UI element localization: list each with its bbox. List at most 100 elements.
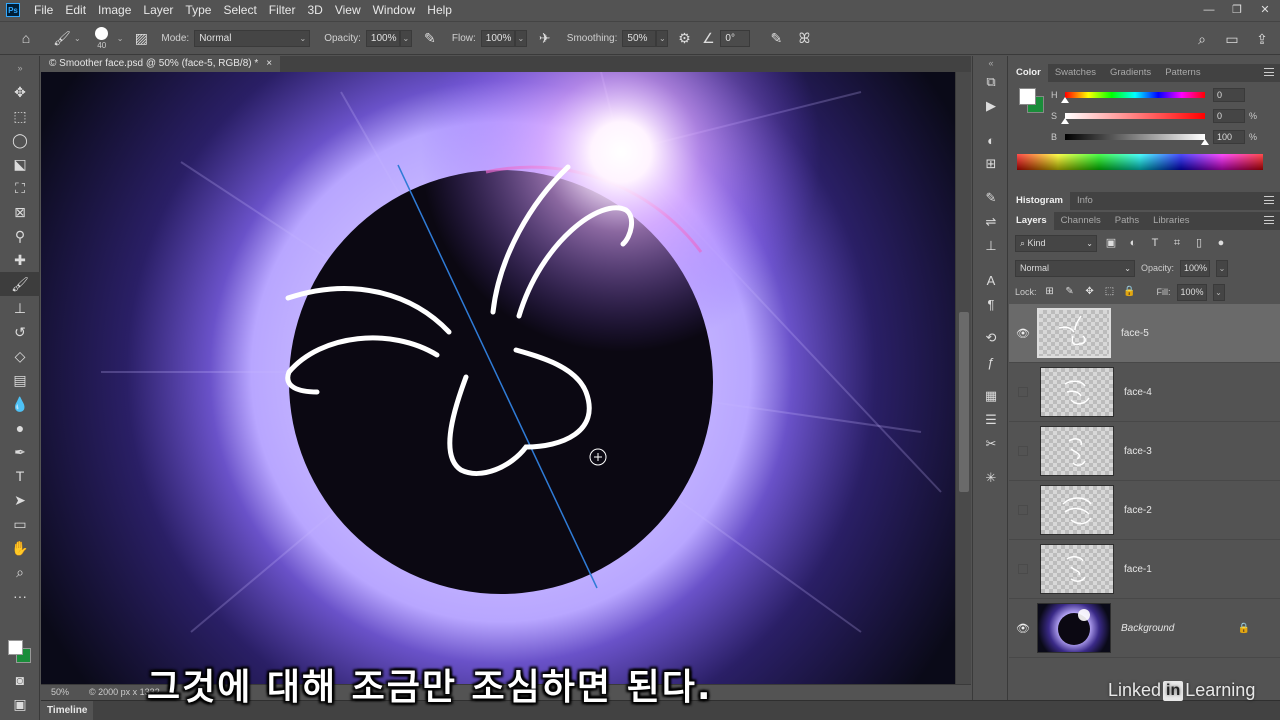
- restore-icon[interactable]: ❐: [1230, 4, 1244, 16]
- layer-name[interactable]: face-5: [1121, 328, 1149, 339]
- more-tools-icon[interactable]: ···: [0, 584, 40, 608]
- color-swatches[interactable]: [6, 638, 36, 668]
- tab-info[interactable]: Info: [1070, 192, 1100, 210]
- opacity-input[interactable]: 100%: [365, 29, 400, 47]
- clone-stamp-tool-icon[interactable]: ⊥: [0, 296, 40, 320]
- layer-row-face-4[interactable]: face-4: [1009, 363, 1280, 422]
- tab-paths[interactable]: Paths: [1108, 212, 1146, 230]
- opacity-dropdown-button[interactable]: ⌄: [399, 29, 412, 47]
- layer-name[interactable]: face-2: [1124, 505, 1152, 516]
- hue-input[interactable]: 0: [1213, 88, 1245, 102]
- libraries-panel-icon[interactable]: ▦: [973, 384, 1009, 408]
- path-selection-tool-icon[interactable]: ➤: [0, 488, 40, 512]
- notes-panel-icon[interactable]: ☰: [973, 408, 1009, 432]
- panel-menu-icon[interactable]: [1264, 68, 1274, 76]
- type-tool-icon[interactable]: T: [0, 464, 40, 488]
- glyphs-panel-icon[interactable]: ⟲: [973, 326, 1009, 350]
- eraser-tool-icon[interactable]: ◇: [0, 344, 40, 368]
- adjustments-panel-icon[interactable]: ◐: [973, 128, 1009, 152]
- pen-tool-icon[interactable]: ✒: [0, 440, 40, 464]
- menu-help[interactable]: Help: [421, 0, 458, 20]
- marquee-tool-icon[interactable]: ⬚: [0, 104, 40, 128]
- timeline-tab[interactable]: Timeline: [41, 701, 94, 720]
- character-panel-icon[interactable]: A: [973, 268, 1009, 292]
- color-foreground-swatch[interactable]: [1019, 88, 1036, 105]
- screen-mode-icon[interactable]: ▣: [0, 692, 40, 716]
- tool-presets-icon[interactable]: ✂: [973, 432, 1009, 456]
- panel-menu-icon[interactable]: [1264, 216, 1274, 224]
- chevron-down-icon[interactable]: ⌄: [74, 34, 81, 43]
- eye-icon[interactable]: 👁: [1009, 622, 1037, 635]
- tab-gradients[interactable]: Gradients: [1103, 64, 1158, 82]
- layer-name[interactable]: Background: [1121, 623, 1174, 634]
- menu-edit[interactable]: Edit: [59, 0, 92, 20]
- filter-toggle-icon[interactable]: ●: [1213, 235, 1229, 251]
- tab-patterns[interactable]: Patterns: [1158, 64, 1207, 82]
- hand-tool-icon[interactable]: ✋: [0, 536, 40, 560]
- layer-row-face-2[interactable]: face-2: [1009, 481, 1280, 540]
- angle-input[interactable]: 0°: [720, 29, 751, 47]
- lock-transparent-icon[interactable]: ⊞: [1043, 285, 1057, 299]
- layer-row-background[interactable]: 👁 Background 🔒: [1009, 599, 1280, 658]
- brightness-slider[interactable]: [1065, 134, 1209, 145]
- saturation-slider-knob[interactable]: [1061, 118, 1069, 124]
- tab-swatches[interactable]: Swatches: [1048, 64, 1103, 82]
- paragraph-panel-icon[interactable]: ¶: [973, 292, 1009, 316]
- flow-dropdown-button[interactable]: ⌄: [514, 29, 527, 47]
- visibility-toggle[interactable]: [1018, 564, 1028, 574]
- minimize-icon[interactable]: —: [1202, 4, 1216, 16]
- smoothing-dropdown-button[interactable]: ⌄: [656, 29, 669, 47]
- eye-icon[interactable]: 👁: [1009, 327, 1037, 340]
- menu-layer[interactable]: Layer: [137, 0, 179, 20]
- blur-tool-icon[interactable]: 💧: [0, 392, 40, 416]
- document-canvas[interactable]: [41, 72, 955, 684]
- lasso-tool-icon[interactable]: ◯: [0, 128, 40, 152]
- menu-select[interactable]: Select: [217, 0, 262, 20]
- scrollbar-thumb[interactable]: [959, 312, 969, 492]
- lock-all-icon[interactable]: 🔒: [1123, 285, 1137, 299]
- lock-image-icon[interactable]: ✎: [1063, 285, 1077, 299]
- layer-row-face-3[interactable]: face-3: [1009, 422, 1280, 481]
- symmetry-butterfly-icon[interactable]: ꕤ: [792, 26, 816, 50]
- hue-slider-knob[interactable]: [1061, 97, 1069, 103]
- visibility-toggle[interactable]: [1018, 446, 1028, 456]
- visibility-toggle[interactable]: [1018, 505, 1028, 515]
- close-tab-icon[interactable]: ×: [266, 56, 272, 72]
- workspace-icon[interactable]: ▭: [1220, 27, 1244, 51]
- tab-color[interactable]: Color: [1009, 64, 1048, 82]
- gear-icon[interactable]: ⚙: [672, 26, 696, 50]
- pressure-size-icon[interactable]: ✎: [764, 26, 788, 50]
- object-selection-tool-icon[interactable]: ⬕: [0, 152, 40, 176]
- filter-smart-object-icon[interactable]: ▯: [1191, 235, 1207, 251]
- menu-file[interactable]: File: [28, 0, 59, 20]
- rectangle-tool-icon[interactable]: ▭: [0, 512, 40, 536]
- vertical-scrollbar[interactable]: [955, 72, 971, 684]
- actions-panel-icon[interactable]: ▶: [973, 94, 1009, 118]
- flow-input[interactable]: 100%: [480, 29, 515, 47]
- menu-type[interactable]: Type: [179, 0, 217, 20]
- fill-input[interactable]: 100%: [1176, 283, 1207, 301]
- layer-name[interactable]: face-3: [1124, 446, 1152, 457]
- crop-tool-icon[interactable]: ⛶: [0, 176, 40, 200]
- blend-mode-select[interactable]: Normal ⌄: [1015, 259, 1135, 277]
- filter-adjustment-icon[interactable]: ◐: [1125, 235, 1141, 251]
- lock-artboard-icon[interactable]: ⬚: [1103, 285, 1117, 299]
- menu-view[interactable]: View: [329, 0, 367, 20]
- color-spectrum[interactable]: [1017, 154, 1263, 170]
- saturation-slider[interactable]: [1061, 113, 1205, 124]
- 3d-panel-icon[interactable]: ✳: [973, 466, 1009, 490]
- pressure-opacity-icon[interactable]: ✎: [418, 26, 442, 50]
- zoom-tool-icon[interactable]: ⌕: [0, 560, 40, 584]
- frame-tool-icon[interactable]: ⊠: [0, 200, 40, 224]
- share-icon[interactable]: ⇪: [1250, 27, 1274, 51]
- history-brush-tool-icon[interactable]: ↺: [0, 320, 40, 344]
- layer-opacity-dropdown[interactable]: ⌄: [1216, 259, 1229, 277]
- close-icon[interactable]: ✕: [1258, 4, 1272, 16]
- brush-tool-icon[interactable]: 🖌: [0, 272, 40, 296]
- filter-pixel-icon[interactable]: ▣: [1103, 235, 1119, 251]
- menu-filter[interactable]: Filter: [263, 0, 302, 20]
- layer-row-face-1[interactable]: face-1: [1009, 540, 1280, 599]
- tab-histogram[interactable]: Histogram: [1009, 192, 1070, 210]
- saturation-input[interactable]: 0: [1213, 109, 1245, 123]
- lock-position-icon[interactable]: ✥: [1083, 285, 1097, 299]
